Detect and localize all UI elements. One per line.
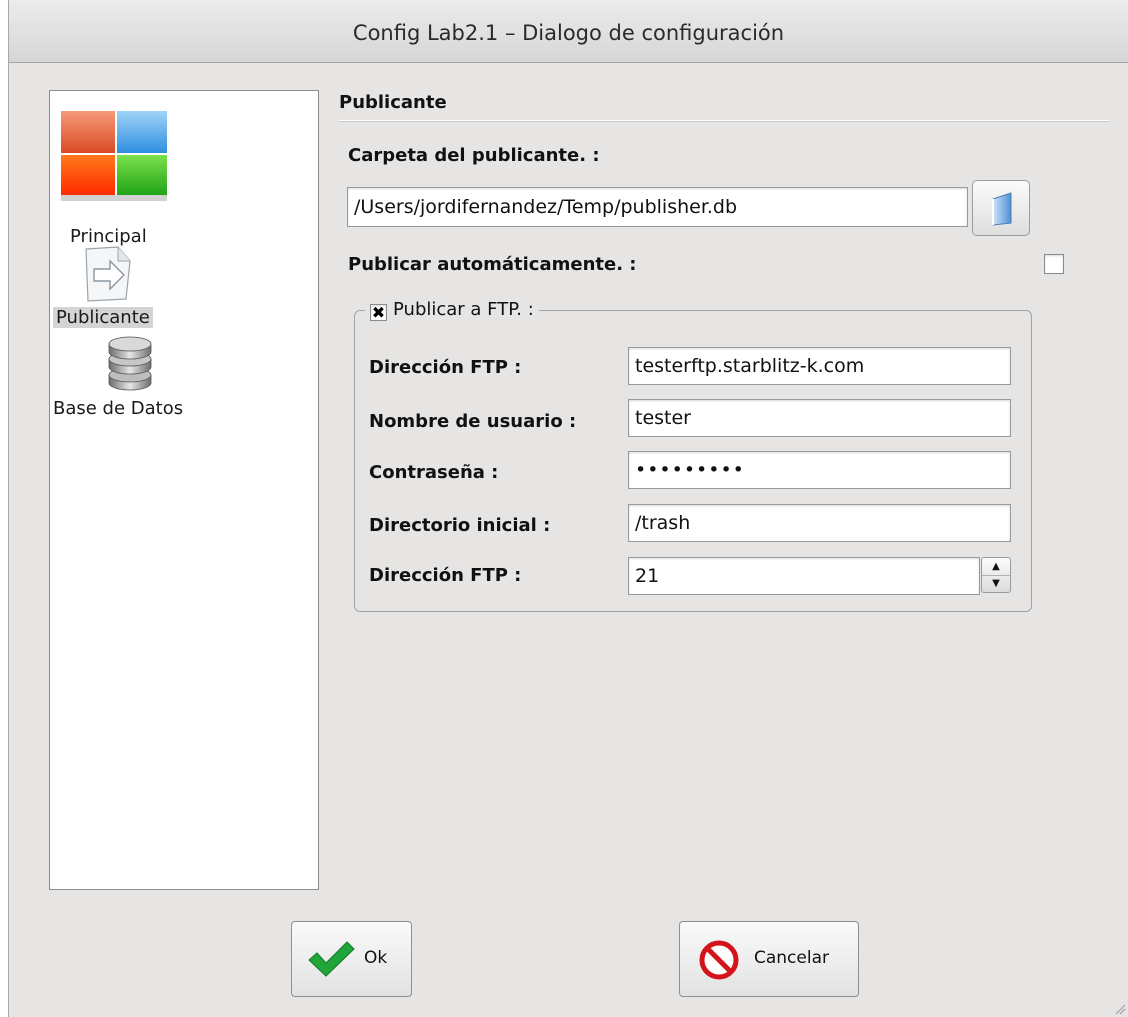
username-label: Nombre de usuario : xyxy=(369,411,577,432)
ok-label: Ok xyxy=(364,948,388,968)
initial-dir-input[interactable] xyxy=(628,504,1011,542)
window-title: Config Lab2.1 – Dialogo de configuración xyxy=(352,21,785,45)
initial-dir-label: Directorio inicial : xyxy=(369,515,551,536)
sidebar-item-principal[interactable]: Principal xyxy=(50,101,318,247)
section-divider xyxy=(339,120,1109,122)
chevron-down-icon: ▼ xyxy=(992,578,1000,589)
dialog-window: Config Lab2.1 – Dialogo de configuración… xyxy=(8,0,1128,1017)
ftp-group-label: Publicar a FTP. : xyxy=(393,299,534,320)
port-input[interactable] xyxy=(628,557,980,595)
ok-button[interactable]: Ok xyxy=(291,921,412,997)
browse-folder-button[interactable] xyxy=(972,180,1030,236)
auto-publish-checkbox[interactable] xyxy=(1044,254,1064,274)
ftp-enable-checkbox[interactable]: ✖ xyxy=(370,304,387,321)
auto-publish-label: Publicar automáticamente. : xyxy=(348,254,637,275)
ftp-address-input[interactable] xyxy=(628,347,1011,385)
section-title: Publicante xyxy=(339,92,447,113)
folder-path-input[interactable] xyxy=(347,187,968,227)
chevron-up-icon: ▲ xyxy=(992,561,1000,572)
password-label: Contraseña : xyxy=(369,462,499,483)
ftp-group-legend: ✖ Publicar a FTP. : xyxy=(365,298,539,322)
sidebar-item-label: Publicante xyxy=(53,307,153,328)
title-bar[interactable]: Config Lab2.1 – Dialogo de configuración xyxy=(9,0,1128,63)
sidebar-item-publicante[interactable]: Publicante xyxy=(50,243,318,333)
principal-tiles-icon xyxy=(61,111,167,201)
ftp-address-label: Dirección FTP : xyxy=(369,357,522,378)
resize-grip-icon[interactable] xyxy=(1114,1003,1126,1015)
folder-label: Carpeta del publicante. : xyxy=(348,145,600,166)
spinner-down-button[interactable]: ▼ xyxy=(982,575,1010,592)
database-icon xyxy=(108,336,152,391)
cancel-button[interactable]: Cancelar xyxy=(679,921,859,997)
publish-arrow-icon xyxy=(85,246,131,302)
sidebar-nav: Principal Publicante Base de Datos xyxy=(49,90,319,890)
password-input[interactable] xyxy=(628,451,1011,489)
port-label: Dirección FTP : xyxy=(369,565,522,586)
file-icon xyxy=(992,192,1012,226)
sidebar-item-base-de-datos[interactable]: Base de Datos xyxy=(50,335,318,425)
spinner-up-button[interactable]: ▲ xyxy=(982,558,1010,576)
cancel-label: Cancelar xyxy=(754,948,829,968)
port-stepper[interactable]: ▲ ▼ xyxy=(981,557,1011,593)
sidebar-item-label: Base de Datos xyxy=(53,398,184,419)
checkmark-icon xyxy=(308,941,355,977)
prohibited-icon xyxy=(699,940,739,980)
username-input[interactable] xyxy=(628,399,1011,437)
